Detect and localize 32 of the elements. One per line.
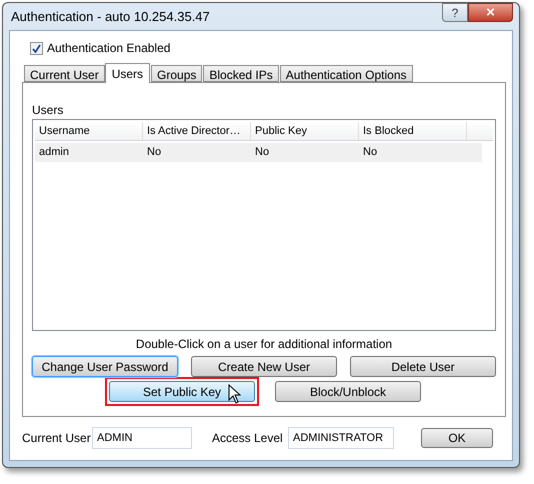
group-label: Users [32, 103, 64, 117]
hint-text: Double-Click on a user for additional information [134, 337, 394, 351]
checkbox-label: Authentication Enabled [47, 40, 170, 57]
table-cell-text: admin [38, 145, 70, 160]
checkbox[interactable] [30, 42, 43, 54]
column-header[interactable]: Username [35, 122, 143, 140]
tab[interactable]: Groups [151, 65, 202, 82]
action-button[interactable]: Delete User [350, 356, 496, 377]
help-button[interactable]: ? [442, 3, 468, 22]
column-header[interactable]: Public Key [251, 122, 359, 140]
tab[interactable]: Current User [24, 65, 105, 82]
action-button[interactable]: Set Public Key [109, 381, 255, 402]
cursor-icon [228, 384, 241, 404]
field-label: Access Level [212, 430, 284, 447]
check-icon [32, 44, 41, 52]
column-header[interactable]: Is Active Director… [143, 122, 251, 140]
table-cell-text: No [254, 145, 270, 160]
window-title: Authentication - auto 10.254.35.47 [10, 8, 210, 26]
table-row[interactable]: admin No No No [35, 143, 482, 162]
table-cell-text: No [362, 145, 378, 160]
action-button[interactable]: Create New User [191, 356, 337, 377]
access-level-field[interactable]: ADMINISTRATOR [288, 427, 394, 449]
tab[interactable]: Users [104, 63, 150, 83]
ok-button[interactable]: OK [421, 428, 493, 448]
tab[interactable]: Blocked IPs [203, 65, 279, 82]
table-cell-text: No [146, 145, 162, 160]
tab[interactable]: Authentication Options [280, 65, 413, 82]
field-label: Current User [22, 430, 92, 447]
current-user-field[interactable]: ADMIN [92, 427, 192, 449]
action-button[interactable]: Block/Unblock [275, 381, 421, 402]
action-button[interactable]: Change User Password [32, 356, 178, 377]
column-header[interactable]: Is Blocked [359, 122, 467, 140]
